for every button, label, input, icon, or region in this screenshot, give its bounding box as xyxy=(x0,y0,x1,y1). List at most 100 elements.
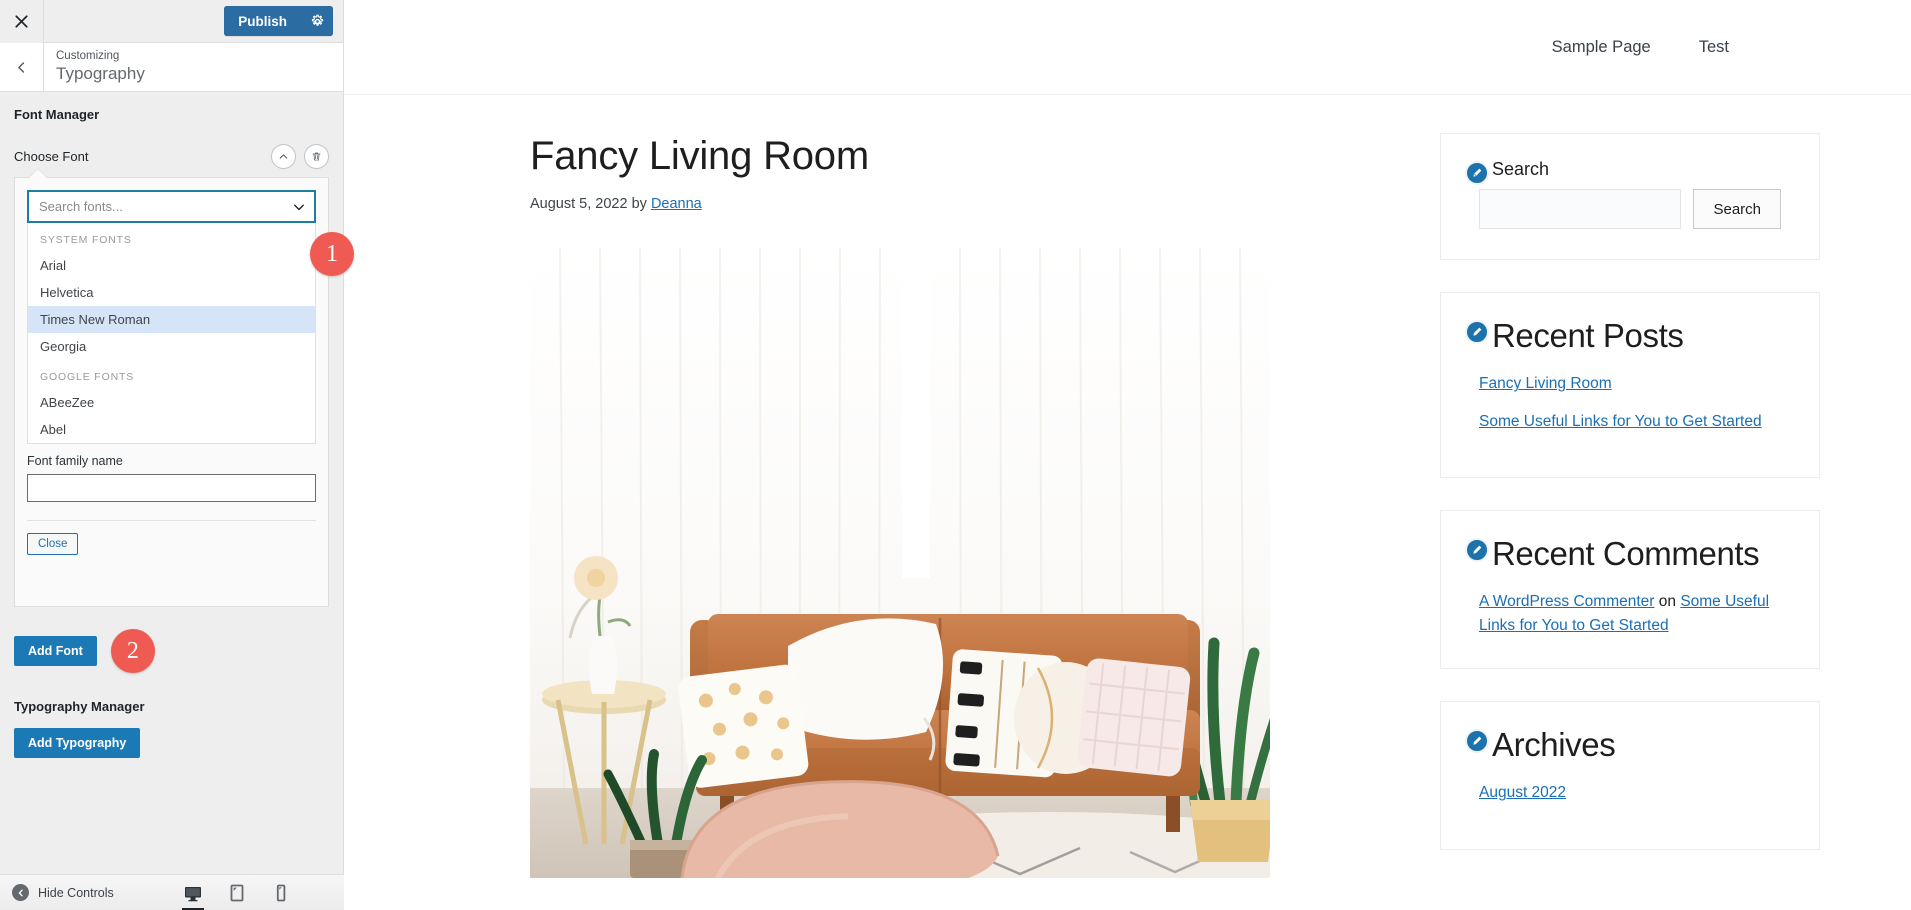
list-item: Some Useful Links for You to Get Started xyxy=(1479,410,1781,433)
preview-content: Fancy Living Room August 5, 2022 by Dean… xyxy=(344,95,1911,910)
callout-badge-2: 2 xyxy=(110,629,155,673)
customizer-controls: Font Manager Choose Font Search fonts...… xyxy=(0,93,343,874)
post-title: Fancy Living Room xyxy=(530,134,869,178)
choose-font-row: Choose Font xyxy=(14,144,329,169)
arrow-left-icon xyxy=(12,884,29,901)
option-group-label-google: GOOGLE FONTS xyxy=(40,371,135,383)
customizer-footer: Hide Controls xyxy=(0,874,344,910)
archives-list: August 2022 xyxy=(1479,781,1781,804)
publish-settings-button[interactable] xyxy=(301,6,333,36)
post-featured-image xyxy=(530,248,1270,878)
font-options-list[interactable]: SYSTEM FONTS Arial Helvetica Times New R… xyxy=(27,223,316,444)
pencil-icon[interactable] xyxy=(1465,537,1489,562)
recent-post-link-1[interactable]: Fancy Living Room xyxy=(1479,375,1612,392)
add-typography-button[interactable]: Add Typography xyxy=(14,728,141,758)
desktop-icon xyxy=(185,886,201,901)
customizer-panel-header: Customizing Typography xyxy=(0,43,343,92)
hide-controls-label: Hide Controls xyxy=(38,885,114,900)
widget-title-row: Search xyxy=(1465,159,1781,185)
widget-search: Search Search xyxy=(1440,133,1820,260)
font-option-abeezee[interactable]: ABeeZee xyxy=(28,389,315,416)
widget-recent-posts: Recent Posts Fancy Living Room Some Usef… xyxy=(1440,292,1820,478)
font-option-abel[interactable]: Abel xyxy=(28,416,315,443)
font-search-input[interactable] xyxy=(39,199,304,214)
customizer-sidebar: Publish Customizing Typography Font Mana… xyxy=(0,0,344,910)
popover-divider xyxy=(27,520,316,521)
list-item: August 2022 xyxy=(1479,781,1781,804)
chevron-left-icon xyxy=(18,61,25,73)
widget-title-row: Archives xyxy=(1465,726,1781,764)
widget-title-archives: Archives xyxy=(1492,726,1616,764)
font-option-helvetica[interactable]: Helvetica xyxy=(28,279,315,306)
chevron-up-icon xyxy=(279,154,288,159)
close-icon xyxy=(15,14,28,28)
widget-sidebar: Search Search Recent Posts Fancy Living … xyxy=(1440,133,1820,910)
tablet-icon xyxy=(230,884,244,901)
font-manager-heading: Font Manager xyxy=(14,107,100,122)
font-picker-popover: SYSTEM FONTS Arial Helvetica Times New R… xyxy=(14,168,329,607)
search-submit-button[interactable]: Search xyxy=(1693,189,1781,229)
panel-subtitle: Customizing xyxy=(56,50,120,63)
callout-badge-1: 1 xyxy=(310,232,354,276)
font-row-actions xyxy=(271,144,329,169)
widget-recent-comments: Recent Comments A WordPress Commenter on… xyxy=(1440,509,1820,670)
nav-item-sample-page[interactable]: Sample Page xyxy=(1552,38,1651,57)
close-popover-button[interactable]: Close xyxy=(27,533,79,555)
device-mobile-button[interactable] xyxy=(270,881,292,905)
font-select[interactable] xyxy=(27,190,316,223)
font-option-arial[interactable]: Arial xyxy=(28,252,315,279)
widget-title-row: Recent Posts xyxy=(1465,317,1781,354)
gear-icon xyxy=(311,14,323,26)
device-preview-buttons xyxy=(182,881,344,910)
chevron-down-icon[interactable] xyxy=(292,200,306,214)
trash-icon xyxy=(312,152,321,161)
post-article: Fancy Living Room August 5, 2022 by Dean… xyxy=(530,133,1390,878)
list-item: Fancy Living Room xyxy=(1479,372,1781,395)
typography-manager-heading: Typography Manager xyxy=(14,699,145,714)
post-by-text: by xyxy=(631,196,647,212)
collapse-font-button[interactable] xyxy=(271,144,296,169)
living-room-photo xyxy=(530,248,1270,878)
pencil-icon[interactable] xyxy=(1465,729,1489,754)
back-button[interactable] xyxy=(0,43,44,91)
post-date: August 5, 2022 xyxy=(530,196,628,212)
pencil-icon[interactable] xyxy=(1465,161,1489,185)
search-form: Search xyxy=(1479,189,1781,229)
font-option-times-new-roman[interactable]: Times New Roman xyxy=(28,306,315,333)
font-family-name-input[interactable] xyxy=(27,474,316,502)
nav-item-test[interactable]: Test xyxy=(1699,38,1729,57)
delete-font-button[interactable] xyxy=(304,144,329,169)
page-title: Typography xyxy=(56,63,145,83)
comment-connector: on xyxy=(1658,593,1676,611)
hide-controls-button[interactable]: Hide Controls xyxy=(0,884,114,901)
post-column: Fancy Living Room August 5, 2022 by Dean… xyxy=(530,133,1390,910)
post-author-link[interactable]: Deanna xyxy=(651,196,702,212)
widget-title-row: Recent Comments xyxy=(1465,534,1781,572)
site-header: Sample Page Test xyxy=(344,0,1911,95)
comment-author-link[interactable]: A WordPress Commenter xyxy=(1479,593,1654,610)
widget-title-search: Search xyxy=(1492,159,1550,179)
recent-post-link-2[interactable]: Some Useful Links for You to Get Started xyxy=(1479,413,1762,430)
panel-titles: Customizing Typography xyxy=(44,50,145,83)
archive-link-august-2022[interactable]: August 2022 xyxy=(1479,784,1566,801)
font-family-name-label: Font family name xyxy=(27,454,123,468)
customizer-topbar: Publish xyxy=(0,0,343,43)
widget-title-recent-comments: Recent Comments xyxy=(1492,534,1760,572)
add-font-button[interactable]: Add Font xyxy=(14,636,97,666)
recent-posts-list: Fancy Living Room Some Useful Links for … xyxy=(1479,372,1781,433)
device-desktop-button[interactable] xyxy=(182,881,204,910)
recent-comment-entry: A WordPress Commenter on Some Useful Lin… xyxy=(1479,590,1781,638)
site-navigation: Sample Page Test xyxy=(1552,38,1729,57)
search-input[interactable] xyxy=(1479,189,1682,229)
choose-font-label: Choose Font xyxy=(14,149,89,164)
pencil-icon[interactable] xyxy=(1465,320,1489,344)
mobile-icon xyxy=(276,884,286,901)
post-meta: August 5, 2022 by Deanna xyxy=(530,196,1390,212)
font-option-georgia[interactable]: Georgia xyxy=(28,333,315,360)
publish-group: Publish xyxy=(224,6,333,36)
publish-button[interactable]: Publish xyxy=(224,6,301,36)
device-tablet-button[interactable] xyxy=(226,881,248,905)
widget-archives: Archives August 2022 xyxy=(1440,701,1820,850)
close-customizer-button[interactable] xyxy=(0,0,44,43)
add-font-row: Add Font 2 xyxy=(14,629,329,673)
